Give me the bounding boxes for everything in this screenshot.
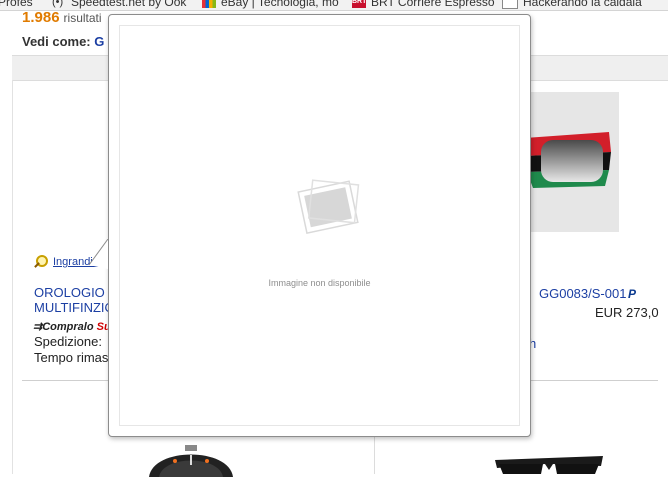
image-placeholder-icon (297, 179, 360, 235)
brt-icon: BRT (352, 0, 366, 8)
image-preview-frame: Immagine non disponibile (119, 25, 520, 426)
view-option-link[interactable]: G (94, 34, 104, 49)
listing-title-left[interactable]: OROLOGIO MULTIFINZIO (34, 285, 115, 315)
column-divider (12, 80, 13, 474)
buy-it-now-icon: ⇉ (33, 321, 43, 333)
image-unavailable-text: Immagine non disponibile (268, 278, 371, 288)
ebay-icon (202, 0, 216, 8)
paypal-icon: P (628, 287, 637, 301)
shipping-label: Spedizione: (34, 334, 102, 349)
page-icon (502, 0, 518, 9)
time-left-label: Tempo rimasto (34, 350, 120, 365)
listing-price-right: EUR 273,0 (595, 305, 659, 320)
view-as: Vedi come: G (22, 34, 105, 49)
speedtest-icon: (•) (52, 0, 64, 8)
bookmark-ebay[interactable]: eBay | Tecnologia, mo (202, 0, 339, 10)
image-preview-popup: Immagine non disponibile (108, 14, 531, 437)
watch-icon (149, 445, 233, 477)
result-count: 1.986 risultati (22, 9, 102, 26)
listing-title-right[interactable]: GG0083/S-001 (539, 286, 626, 301)
bookmark-brt[interactable]: BRT BRT Corriere Espresso (352, 0, 495, 10)
popup-pointer (88, 239, 109, 269)
magnifier-icon (33, 255, 48, 269)
bookmark-hackerando[interactable]: Hackerando la caldaia (502, 0, 642, 10)
listing-image-sunglasses[interactable] (493, 452, 605, 474)
listing-image-watch[interactable] (145, 437, 237, 477)
sunglasses-black-icon (495, 456, 603, 474)
